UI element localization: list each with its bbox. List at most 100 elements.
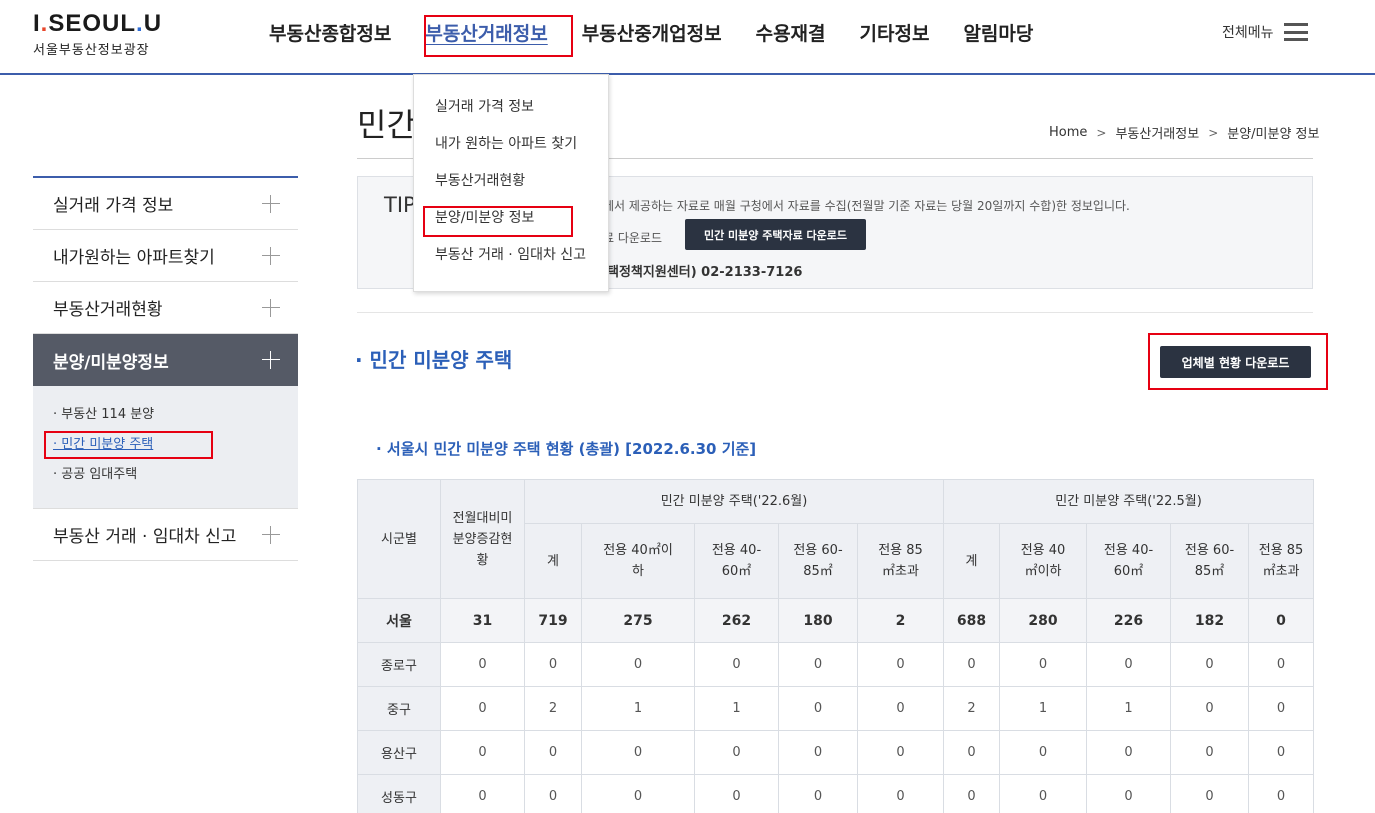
tip-download-text: 료 다운로드 bbox=[603, 231, 663, 245]
hamburger-icon bbox=[1283, 23, 1308, 41]
sidebar-item-actual-price[interactable]: 실거래 가격 정보 bbox=[33, 178, 298, 230]
main-nav: 부동산종합정보 부동산거래정보 부동산중개업정보 수용재결 기타정보 알림마당 bbox=[252, 0, 1050, 73]
table-cell: 0 bbox=[581, 730, 695, 775]
nav-item-notice[interactable]: 알림마당 bbox=[946, 0, 1050, 73]
logo-subtitle: 서울부동산정보광장 bbox=[33, 43, 150, 58]
row-region-name: 중구 bbox=[357, 686, 441, 731]
table-cell: 719 bbox=[524, 598, 582, 643]
header-over-85: 전용 85㎡초과 bbox=[1248, 523, 1315, 599]
header-group-jun: 민간 미분양 주택('22.6월) bbox=[523, 479, 945, 524]
unsold-housing-table: 시군별 전월대비미분양증감현황 민간 미분양 주택('22.6월) 민간 미분양… bbox=[357, 479, 1315, 813]
table-cell: 0 bbox=[856, 730, 945, 775]
sidebar: 실거래 가격 정보 내가원하는 아파트찾기 부동산거래현황 분양/미분양정보 ·… bbox=[33, 176, 298, 561]
table-cell: 0 bbox=[999, 730, 1088, 775]
table-cell: 0 bbox=[778, 686, 858, 731]
logo-o-icon: O bbox=[82, 10, 103, 37]
sidebar-item-sale-unsold[interactable]: 분양/미분양정보 bbox=[33, 334, 298, 386]
table-cell: 280 bbox=[999, 598, 1088, 643]
table-cell: 0 bbox=[1086, 730, 1172, 775]
sidebar-item-label: 부동산거래현황 bbox=[53, 300, 163, 320]
table-row: 종로구 0 0 0 0 0 0 0 0 0 0 0 bbox=[357, 642, 1315, 687]
table-cell: 0 bbox=[856, 686, 945, 731]
sidebar-item-transaction-status[interactable]: 부동산거래현황 bbox=[33, 282, 298, 334]
nav-item-expropriation[interactable]: 수용재결 bbox=[739, 0, 843, 73]
table-cell: 0 bbox=[440, 642, 525, 687]
table-row: 성동구 0 0 0 0 0 0 0 0 0 0 0 bbox=[357, 774, 1315, 813]
table-cell: 182 bbox=[1170, 598, 1250, 643]
table-cell: 0 bbox=[856, 774, 945, 813]
tip-label: TIP bbox=[384, 193, 416, 217]
private-unsold-download-button[interactable]: 민간 미분양 주택자료 다운로드 bbox=[685, 219, 866, 250]
table-cell: 0 bbox=[694, 774, 779, 813]
table-cell: 0 bbox=[778, 642, 858, 687]
tip-contact: 택정책지원센터) 02-2133-7126 bbox=[607, 265, 803, 280]
table-cell: 31 bbox=[440, 598, 525, 643]
table-cell: 0 bbox=[1170, 730, 1250, 775]
header-under-40: 전용 40㎡이하 bbox=[581, 523, 695, 599]
nav-item-brokerage-info[interactable]: 부동산중개업정보 bbox=[565, 0, 739, 73]
chevron-right-icon: > bbox=[1096, 125, 1107, 140]
sidebar-sub-item-public-rental[interactable]: · 공공 임대주택 bbox=[53, 460, 298, 490]
site-header: I.SEOUL.U 서울부동산정보광장 부동산종합정보 부동산거래정보 부동산중… bbox=[0, 0, 1375, 75]
header-60-85: 전용 60-85㎡ bbox=[1170, 523, 1250, 599]
highlight-box-nav bbox=[424, 15, 573, 57]
table-cell: 0 bbox=[778, 774, 858, 813]
nav-dropdown-menu: 실거래 가격 정보 내가 원하는 아파트 찾기 부동산거래현황 분양/미분양 정… bbox=[413, 74, 609, 292]
table-cell: 0 bbox=[778, 730, 858, 775]
site-logo[interactable]: I.SEOUL.U 서울부동산정보광장 bbox=[33, 10, 162, 58]
table-cell: 1 bbox=[694, 686, 779, 731]
table-row: 용산구 0 0 0 0 0 0 0 0 0 0 0 bbox=[357, 730, 1315, 775]
header-total: 계 bbox=[524, 523, 582, 599]
sidebar-item-label: 실거래 가격 정보 bbox=[53, 196, 174, 216]
plus-icon bbox=[262, 246, 280, 265]
table-cell: 0 bbox=[1248, 686, 1315, 731]
table-cell: 0 bbox=[694, 730, 779, 775]
sidebar-item-label: 분양/미분양정보 bbox=[53, 352, 169, 373]
sidebar-item-find-apartment[interactable]: 내가원하는 아파트찾기 bbox=[33, 230, 298, 282]
table-cell: 0 bbox=[524, 730, 582, 775]
table-cell: 0 bbox=[999, 774, 1088, 813]
highlight-box-download bbox=[1148, 333, 1328, 390]
table-cell: 2 bbox=[856, 598, 945, 643]
all-menu-label: 전체메뉴 bbox=[1222, 25, 1274, 41]
table-subtitle: · 서울시 민간 미분양 주택 현황 (총괄) [2022.6.30 기준] bbox=[376, 440, 757, 458]
table-cell: 2 bbox=[524, 686, 582, 731]
section-title: · 민간 미분양 주택 bbox=[355, 348, 513, 372]
table-cell: 1 bbox=[1086, 686, 1172, 731]
table-cell: 0 bbox=[1170, 642, 1250, 687]
header-40-60: 전용 40-60㎡ bbox=[694, 523, 779, 599]
plus-icon bbox=[262, 298, 280, 317]
table-cell: 0 bbox=[1248, 642, 1315, 687]
dropdown-item-transaction-status[interactable]: 부동산거래현황 bbox=[414, 163, 608, 200]
dropdown-item-actual-price[interactable]: 실거래 가격 정보 bbox=[414, 89, 608, 126]
breadcrumb-current: 분양/미분양 정보 bbox=[1227, 127, 1320, 142]
plus-icon bbox=[262, 525, 280, 544]
table-row: 서울 31 719 275 262 180 2 688 280 226 182 0 bbox=[357, 598, 1315, 643]
all-menu-button[interactable]: 전체메뉴 bbox=[1222, 22, 1308, 42]
table-cell: 0 bbox=[581, 774, 695, 813]
table-cell: 1 bbox=[999, 686, 1088, 731]
table-cell: 0 bbox=[1170, 686, 1250, 731]
row-region-name: 용산구 bbox=[357, 730, 441, 775]
highlight-box-sidebar bbox=[44, 431, 213, 459]
nav-item-other-info[interactable]: 기타정보 bbox=[843, 0, 947, 73]
dropdown-item-transaction-report[interactable]: 부동산 거래 · 임대차 신고 bbox=[414, 237, 608, 274]
table-cell: 0 bbox=[856, 642, 945, 687]
logo-text: I.SEOUL.U bbox=[33, 10, 163, 37]
table-cell: 0 bbox=[440, 774, 525, 813]
table-cell: 0 bbox=[694, 642, 779, 687]
sidebar-item-transaction-report[interactable]: 부동산 거래 · 임대차 신고 bbox=[33, 509, 298, 561]
table-cell: 1 bbox=[581, 686, 695, 731]
dropdown-item-find-apartment[interactable]: 내가 원하는 아파트 찾기 bbox=[414, 126, 608, 163]
sidebar-item-label: 부동산 거래 · 임대차 신고 bbox=[53, 527, 237, 547]
table-cell: 0 bbox=[1248, 774, 1315, 813]
nav-item-realestate-info[interactable]: 부동산종합정보 bbox=[252, 0, 408, 73]
sidebar-sub-item-114[interactable]: · 부동산 114 분양 bbox=[53, 400, 298, 430]
table-cell: 0 bbox=[440, 686, 525, 731]
breadcrumb-transaction-info[interactable]: 부동산거래정보 bbox=[1115, 123, 1199, 142]
breadcrumb: Home > 부동산거래정보 > 분양/미분양 정보 bbox=[1049, 123, 1319, 142]
table-cell: 0 bbox=[1248, 598, 1315, 643]
section-divider bbox=[357, 312, 1313, 313]
table-cell: 0 bbox=[440, 730, 525, 775]
breadcrumb-home[interactable]: Home bbox=[1049, 125, 1087, 140]
